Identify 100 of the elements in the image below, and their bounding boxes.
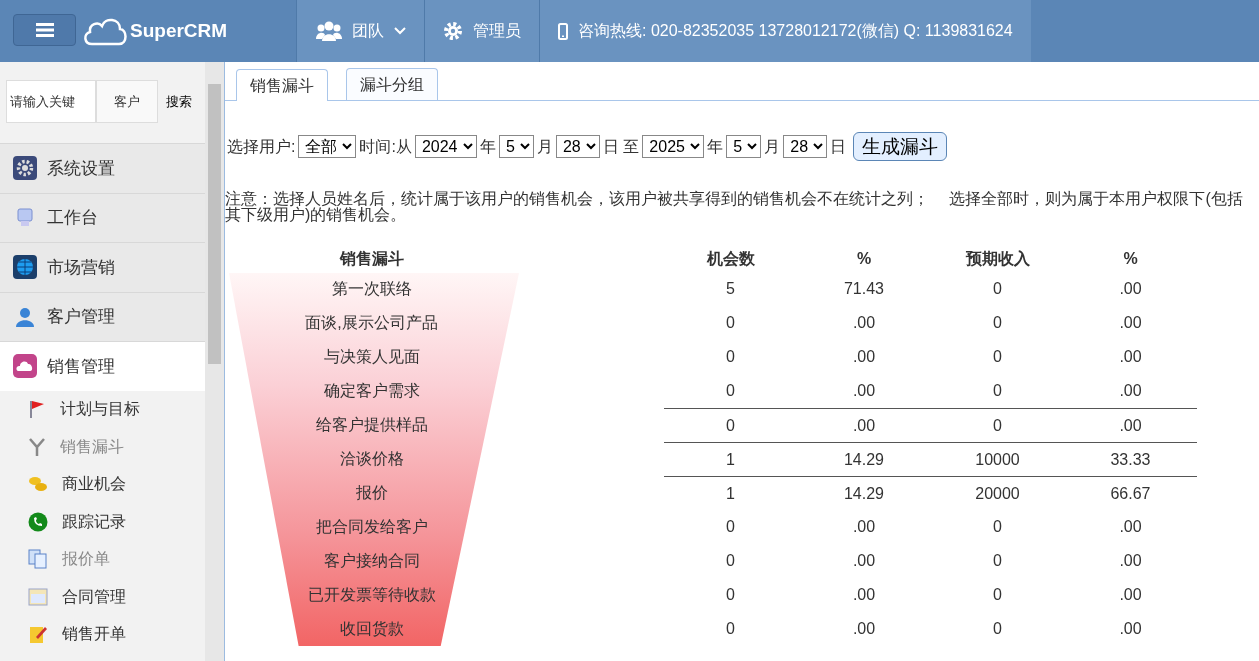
search-button[interactable]: 搜索 (158, 80, 200, 123)
funnel-stage: 客户接纳合同 (322, 551, 421, 571)
table-cell: 14.29 (797, 476, 931, 510)
cloud-icon (82, 16, 128, 46)
dropdown-select[interactable]: 28 (783, 135, 828, 158)
column-header: % (1122, 249, 1139, 269)
submenu-item[interactable]: 跟踪记录 (0, 503, 205, 541)
column-header: 销售漏斗 (338, 249, 405, 269)
table-cell-text: .00 (1118, 585, 1143, 605)
sidebar-label: 销售管理 (47, 355, 115, 378)
sidebar-item[interactable]: 销售管理 (0, 341, 205, 391)
filter-label: 选择用户: (227, 136, 296, 157)
submenu-label: 报价单 (62, 549, 110, 570)
scrollbar[interactable] (205, 62, 224, 661)
submenu-label: 销售漏斗 (60, 436, 124, 457)
dropdown-select[interactable]: 5 (726, 135, 762, 158)
tab[interactable]: 漏斗分组 (346, 68, 438, 100)
funnel-stage: 洽谈价格 (338, 449, 405, 469)
dropdown-select[interactable]: 5 (498, 135, 534, 158)
people-icon (315, 21, 342, 41)
search-field[interactable]: 请输入关键 (6, 80, 96, 123)
menu-button[interactable] (13, 14, 76, 46)
filter-label: 时间:从 (359, 136, 412, 157)
gear-icon (443, 21, 463, 41)
column-header: 机会数 (705, 249, 756, 269)
funnel-stage: 收回货款 (338, 619, 405, 639)
nav-label: 团队 (351, 21, 384, 41)
generate-button[interactable]: 生成漏斗 (853, 132, 948, 161)
table-cell-text: .00 (851, 313, 877, 333)
gear-icon (13, 156, 37, 181)
table-cell-text: .00 (851, 585, 877, 605)
nav-label: 咨询热线: 020-82352035 13728012172(微信) Q: 1139831624 (578, 21, 1013, 41)
filter-label: 月 (536, 136, 553, 157)
table-cell: 1 (664, 476, 797, 510)
sidebar-label: 客户管理 (47, 306, 115, 328)
globe-icon (13, 255, 37, 280)
sidebar-item[interactable]: 系统设置 (0, 143, 205, 193)
table-cell-text: .00 (1118, 381, 1143, 401)
scrollbar-thumb[interactable] (208, 84, 221, 364)
submenu-item[interactable]: 合同管理 (0, 578, 205, 616)
brand-name: SuperCRM (130, 18, 228, 43)
table-cell: 1 (664, 442, 797, 476)
table-cell-text: 0 (725, 585, 736, 605)
table-cell-text: .00 (1118, 279, 1143, 299)
dropdown-select[interactable]: 全部 (298, 135, 357, 158)
table-cell-text: 0 (992, 585, 1003, 605)
sidebar-label: 系统设置 (47, 157, 115, 180)
submenu-label: 计划与目标 (60, 399, 140, 420)
sidebar-item[interactable]: 工作台 (0, 192, 205, 242)
table-cell-text: 71.43 (842, 279, 885, 299)
table-cell-text: 0 (992, 619, 1003, 639)
filter-label: 日 至 (602, 136, 640, 157)
table-cell-text: 0 (992, 551, 1003, 571)
table-cell-text: 0 (725, 619, 736, 639)
dropdown-select[interactable]: 28 (555, 135, 600, 158)
note-icon (28, 624, 48, 645)
sidebar-item[interactable]: 客户管理 (0, 291, 205, 341)
caret-icon (393, 27, 406, 35)
table-cell-text: 0 (725, 381, 736, 401)
dropdown-select[interactable]: 2025 (642, 135, 705, 158)
table-cell: 20000 (931, 476, 1064, 510)
funnel-stage: 确定客户需求 (322, 381, 421, 401)
sidebar-label: 市场营销 (47, 256, 115, 279)
dropdown-select[interactable]: 2024 (414, 135, 477, 158)
table-cell: 10000 (931, 442, 1064, 476)
table-cell-text: 0 (992, 517, 1003, 537)
funnel-stage: 第一次联络 (330, 279, 413, 299)
table-cell: 0 (664, 408, 797, 442)
filter-label: 年 (479, 136, 496, 157)
funnel-icon (28, 436, 46, 457)
submenu-item[interactable]: 计划与目标 (0, 390, 205, 428)
table-cell: 0 (931, 408, 1064, 442)
table-cell-text: 0 (725, 313, 736, 333)
sidebar-item[interactable]: 市场营销 (0, 242, 205, 292)
table-cell-text: 0 (725, 551, 736, 571)
table-cell: 33.33 (1064, 442, 1197, 476)
menu-icon (35, 23, 54, 37)
submenu-item[interactable]: 商业机会 (0, 465, 205, 503)
submenu-label: 合同管理 (62, 586, 126, 607)
table-cell: 14.29 (797, 442, 931, 476)
table-cell-text: .00 (1118, 517, 1143, 537)
table-cell-text: 0 (992, 347, 1003, 367)
submenu-item[interactable]: 销售开单 (0, 615, 205, 653)
scope-select[interactable]: 客户 (96, 80, 158, 123)
submenu-label: 跟踪记录 (62, 511, 126, 532)
column-header: % (855, 249, 873, 269)
table-cell: .00 (1064, 408, 1197, 442)
tab[interactable]: 销售漏斗 (236, 69, 328, 101)
submenu-label: 销售开单 (62, 624, 126, 645)
sidebar-label: 工作台 (47, 207, 98, 229)
table-cell-text: 5 (725, 279, 736, 299)
funnel-stage: 已开发票等待收款 (306, 585, 437, 605)
column-header: 预期收入 (964, 249, 1031, 269)
nav-label: 管理员 (473, 21, 521, 41)
filter-label: 月 (764, 136, 781, 157)
funnel-stage: 给客户提供样品 (314, 415, 429, 435)
table-cell-text: 0 (992, 313, 1003, 333)
table-cell-text: .00 (1118, 313, 1143, 333)
table-cell-text: .00 (851, 381, 877, 401)
calendar-icon (28, 587, 48, 606)
